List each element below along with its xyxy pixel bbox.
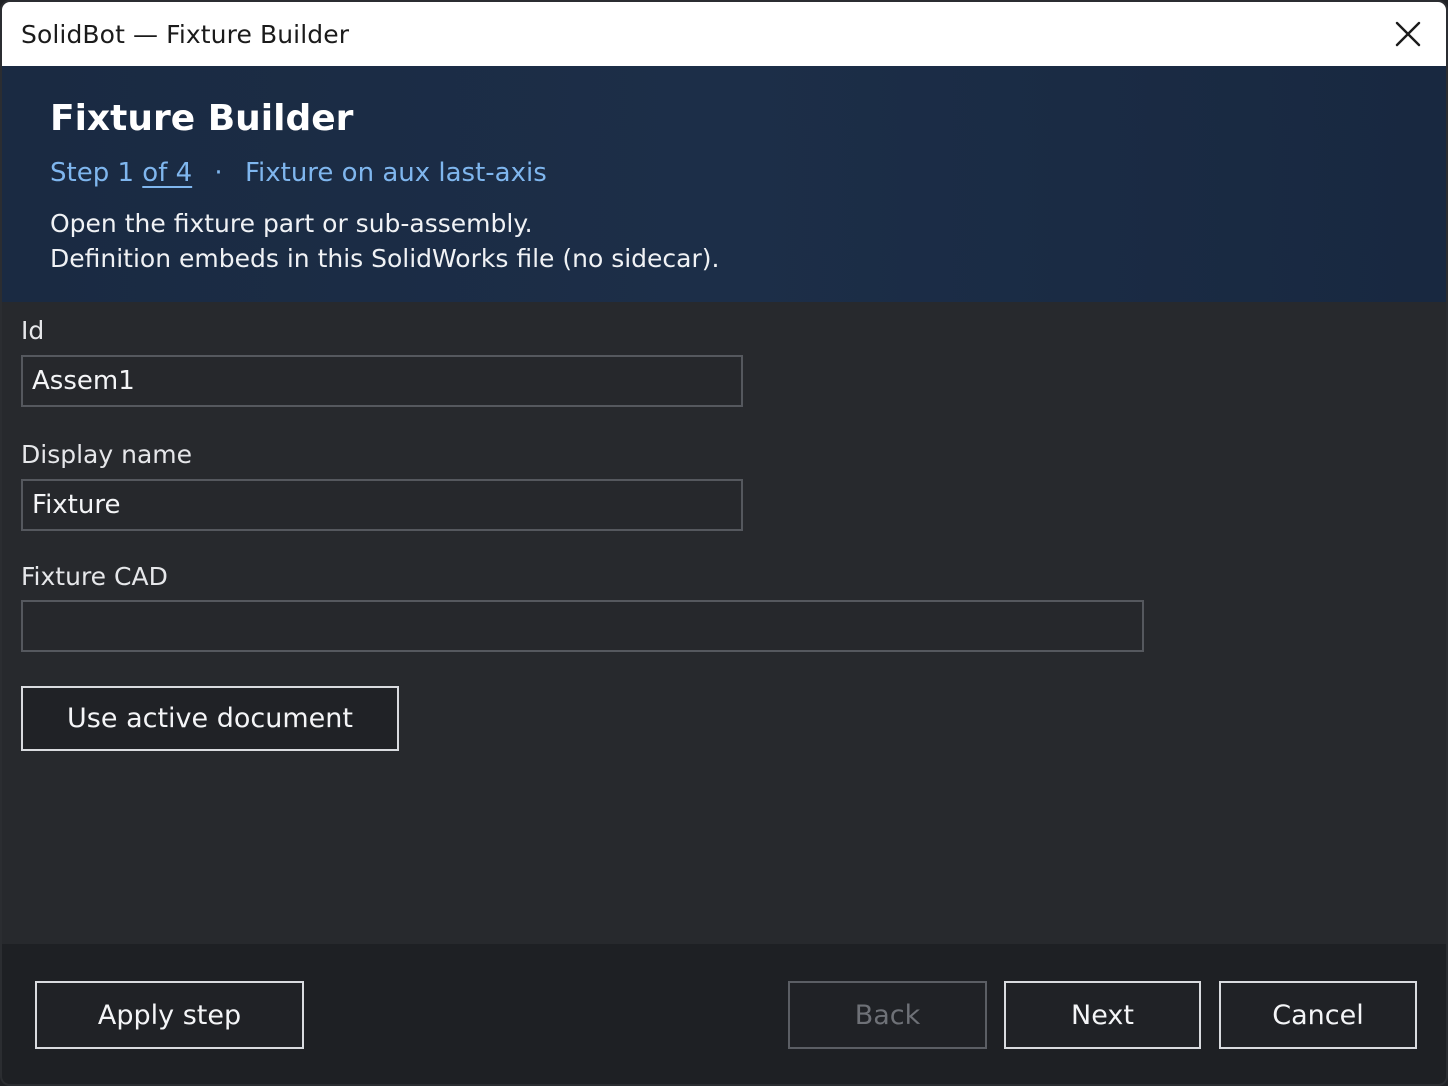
form-body: Id Display name Fixture CAD Use active d… xyxy=(2,302,1446,944)
description-line-1: Open the fixture part or sub-assembly. xyxy=(50,209,533,238)
step-name: Fixture on aux last-axis xyxy=(244,158,547,188)
wizard-title: Fixture Builder xyxy=(50,98,354,139)
close-icon[interactable] xyxy=(1392,18,1424,50)
next-button[interactable]: Next xyxy=(1004,981,1201,1049)
id-label: Id xyxy=(21,316,45,345)
display-name-label: Display name xyxy=(21,440,192,469)
description-line-2: Definition embeds in this SolidWorks fil… xyxy=(50,244,720,273)
step-of-link[interactable]: of 4 xyxy=(142,158,192,188)
fixture-cad-label: Fixture CAD xyxy=(21,562,168,591)
id-input[interactable] xyxy=(21,355,743,407)
step-separator: · xyxy=(214,158,223,188)
back-button[interactable]: Back xyxy=(788,981,987,1049)
fixture-cad-input[interactable] xyxy=(21,600,1144,652)
title-bar: SolidBot — Fixture Builder xyxy=(2,2,1446,66)
apply-step-button[interactable]: Apply step xyxy=(35,981,304,1049)
cancel-button[interactable]: Cancel xyxy=(1219,981,1417,1049)
step-description: Open the fixture part or sub-assembly. D… xyxy=(50,206,719,276)
display-name-input[interactable] xyxy=(21,479,743,531)
wizard-footer: Apply step Back Next Cancel xyxy=(2,944,1446,1084)
step-prefix: Step 1 xyxy=(50,158,135,188)
use-active-document-button[interactable]: Use active document xyxy=(21,686,399,751)
window-title: SolidBot — Fixture Builder xyxy=(21,20,350,49)
wizard-header: Fixture Builder Step 1 of 4 · Fixture on… xyxy=(2,66,1446,302)
fixture-builder-window: SolidBot — Fixture Builder Fixture Build… xyxy=(0,0,1448,1086)
step-indicator: Step 1 of 4 · Fixture on aux last-axis xyxy=(50,158,547,188)
